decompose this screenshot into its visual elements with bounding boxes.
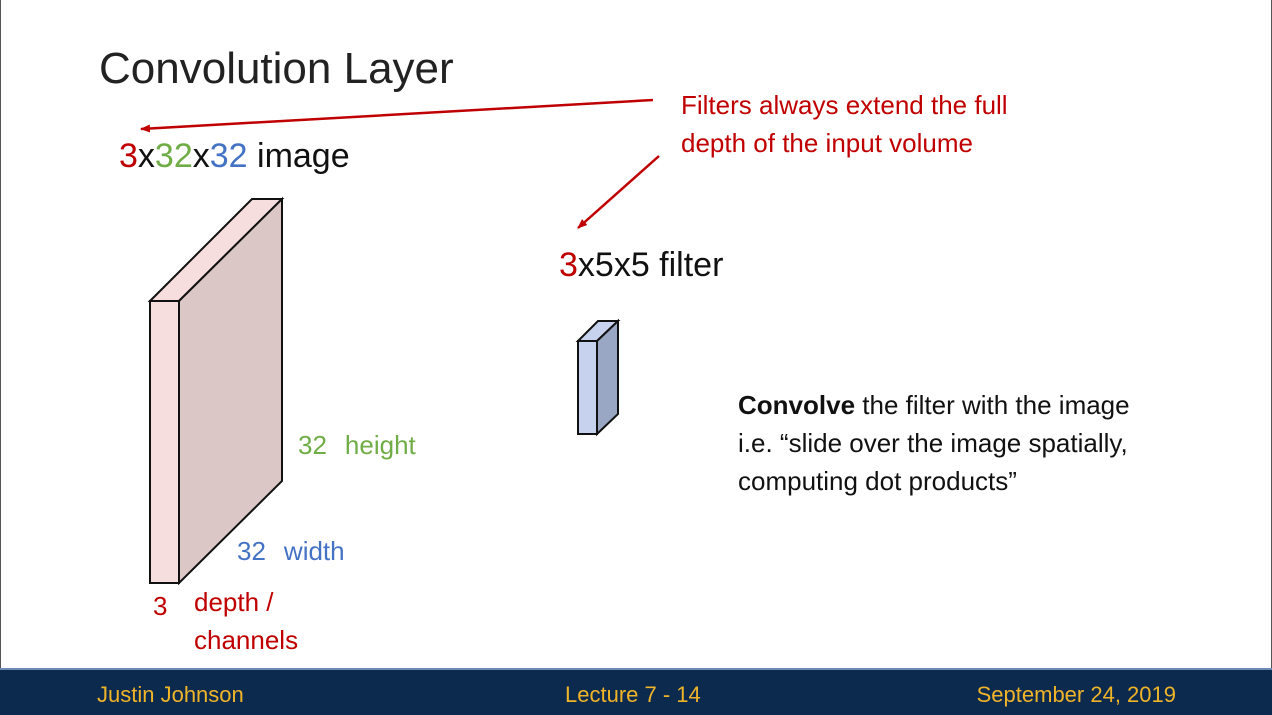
input-volume-front xyxy=(149,300,180,584)
depth-number: 3 xyxy=(153,591,168,621)
depth-annotation: depth / channels xyxy=(194,583,298,659)
height-word: height xyxy=(344,430,416,460)
height-annotation: 32 height xyxy=(298,430,416,461)
callout-arrow-to-image xyxy=(140,98,654,133)
filter-volume-side xyxy=(596,318,619,437)
convolve-description: Convolve the filter with the image i.e. … xyxy=(738,386,1130,500)
footer-lecture: Lecture 7 - 14 xyxy=(565,682,701,707)
filter-volume-box xyxy=(575,318,621,437)
filter-volume-front xyxy=(577,340,598,435)
height-number: 32 xyxy=(298,430,327,460)
footer-date: September 24, 2019 xyxy=(976,682,1176,707)
diagram-art xyxy=(140,98,660,586)
callout-arrow-to-filter xyxy=(577,155,660,229)
description-line-3: computing dot products” xyxy=(738,466,1017,496)
description-bold-word: Convolve xyxy=(738,390,856,420)
description-line-2: i.e. “slide over the image spatially, xyxy=(738,428,1128,458)
slide-footer: Justin Johnson Lecture 7 - 14 September … xyxy=(0,668,1272,715)
depth-word-1: depth / xyxy=(194,587,274,617)
depth-word-2: channels xyxy=(194,625,299,655)
width-word: width xyxy=(283,536,345,566)
width-number: 32 xyxy=(237,536,266,566)
input-volume-box xyxy=(147,196,285,586)
description-line-1-rest: the filter with the image xyxy=(855,390,1130,420)
slide: Convolution Layer 3x32x32 image 3x5x5 fi… xyxy=(0,0,1272,668)
description-line-1: Convolve the filter with the image xyxy=(738,386,1130,424)
width-annotation: 32 width xyxy=(237,536,345,567)
footer-author: Justin Johnson xyxy=(97,682,244,707)
